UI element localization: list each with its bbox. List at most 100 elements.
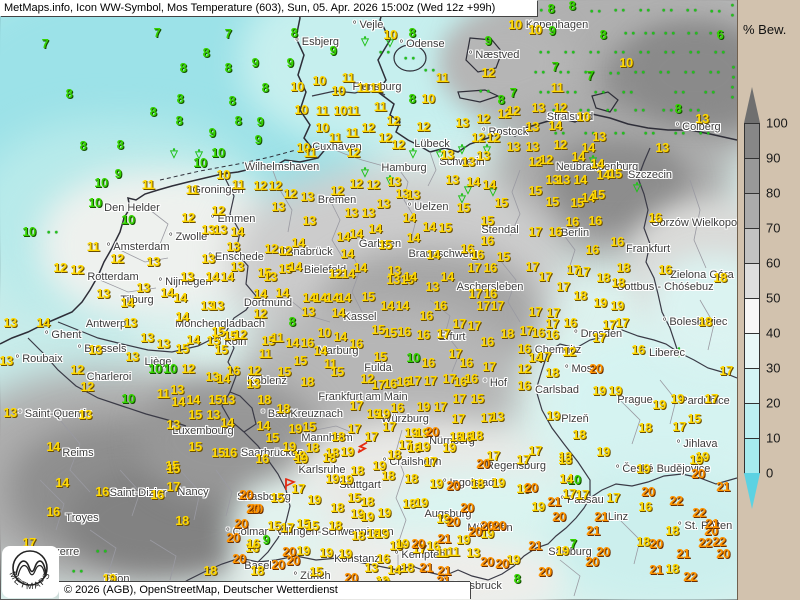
temp-value: 11 <box>87 241 100 253</box>
temp-value: 18 <box>400 562 413 574</box>
temp-value: 21 <box>419 562 432 574</box>
city-label: Antwerp <box>86 318 126 330</box>
temp-value: 18 <box>713 272 726 284</box>
temp-value: 14 <box>387 564 400 576</box>
copyright-text: © 2026 (AGB), OpenStreetMap, Deutscher W… <box>64 584 338 596</box>
temp-value: 19 <box>377 507 390 519</box>
temp-value: 14 <box>36 317 49 329</box>
temp-value: 12 <box>346 147 359 159</box>
temp-value: 10 <box>383 29 396 41</box>
temp-value: 20 <box>649 538 662 550</box>
drizzle-symbol-icon: • • <box>686 5 698 15</box>
city-marker-icon: ° <box>565 364 572 375</box>
temp-value: 13 <box>213 224 226 236</box>
temp-value: 21 <box>586 525 599 537</box>
temp-value: 10 <box>193 157 206 169</box>
temp-value: 12 <box>181 363 194 375</box>
legend-panel: % Bew. 1009080706050403020100 <box>737 0 800 600</box>
shower-dot: • <box>458 143 466 148</box>
temp-value: 8 <box>229 95 236 107</box>
temp-value: 20 <box>480 556 493 568</box>
drizzle-symbol-icon: • • <box>714 47 726 57</box>
temp-value: 12 <box>416 121 429 133</box>
temp-value: 15 <box>305 520 318 532</box>
temp-value: 17 <box>490 300 503 312</box>
temp-value: 9 <box>209 127 216 139</box>
temp-value: 8 <box>177 93 184 105</box>
temp-value: 14 <box>55 477 68 489</box>
temp-value: 14 <box>253 288 266 300</box>
city-label: ° Næstved <box>469 49 520 61</box>
temp-value: 15 <box>166 463 179 475</box>
temp-value: 14 <box>46 441 59 453</box>
shower-symbol-icon: •▽ <box>361 166 369 176</box>
temp-value: 16 <box>638 501 651 513</box>
temp-value: 14 <box>230 226 243 238</box>
temp-value: 18 <box>351 530 364 542</box>
temp-value: 19 <box>340 446 353 458</box>
colorbar-tick: 10 <box>766 431 780 446</box>
temp-value: 22 <box>669 495 682 507</box>
temp-value: 10 <box>576 111 589 123</box>
temp-value: 8 <box>675 103 682 115</box>
colorbar-tick: 40 <box>766 326 780 341</box>
temp-value: 13 <box>123 317 136 329</box>
temp-value: 8 <box>180 62 187 74</box>
city-marker-icon: ° <box>399 39 406 50</box>
drizzle-symbol-icon: • • <box>47 227 59 237</box>
temp-value: 16 <box>531 327 544 339</box>
temp-value: 17 <box>347 423 360 435</box>
city-marker-icon: ° <box>18 409 25 420</box>
temp-value: 17 <box>672 421 685 433</box>
colorbar-segment <box>745 333 759 368</box>
temp-value: 13 <box>440 149 453 161</box>
weather-map-canvas[interactable]: • •• •• •• •• •• •• •• •• •• •• •• •• ••… <box>0 0 737 600</box>
temp-value: 11 <box>271 332 284 344</box>
temp-value: 13 <box>140 332 153 344</box>
drizzle-symbol-icon: • • <box>539 47 551 57</box>
temp-value: 12 <box>481 67 494 79</box>
temp-value: 19 <box>307 494 320 506</box>
city-label: Wilhelmshaven <box>245 161 320 173</box>
temp-value: 18 <box>203 565 216 577</box>
temp-value: 14 <box>403 271 416 283</box>
temp-value: 20 <box>552 511 565 523</box>
temp-value: 10 <box>619 57 632 69</box>
city-label: Gorzów Wielkopolski <box>651 217 737 229</box>
temp-value: 8 <box>203 47 210 59</box>
drizzle-symbol-icon: • • <box>710 6 722 16</box>
drizzle-symbol-icon: • • <box>689 47 701 57</box>
colorbar-segment <box>745 263 759 298</box>
colorbar-tick: 70 <box>766 221 780 236</box>
temp-value: 17 <box>592 332 605 344</box>
temp-value: 18 <box>300 376 313 388</box>
temp-value: 7 <box>225 28 232 40</box>
shower-symbol-icon: •▽ <box>458 143 466 153</box>
temp-value: 15 <box>214 344 227 356</box>
temp-value: 17 <box>575 489 588 501</box>
temp-value: 14 <box>288 261 301 273</box>
temp-value: 20 <box>226 532 239 544</box>
temp-value: 7 <box>552 61 559 73</box>
temp-value: 13 <box>525 141 538 153</box>
temp-value: 17 <box>364 431 377 443</box>
city-marker-icon: ° <box>678 521 685 532</box>
temp-value: 14 <box>573 174 586 186</box>
city-label: Prague <box>617 394 652 406</box>
temp-value: 10 <box>421 93 434 105</box>
temp-value: 20 <box>232 553 245 565</box>
drizzle-symbol-icon: • • <box>590 6 602 16</box>
temp-value: 19 <box>288 423 301 435</box>
temp-value: 17 <box>556 281 569 293</box>
temp-value: 19 <box>395 538 408 550</box>
temp-value: 10 <box>22 226 35 238</box>
temp-value: 15 <box>270 492 283 504</box>
drizzle-symbol-icon: • • <box>622 87 634 97</box>
drizzle-symbol-icon: • • <box>404 53 416 63</box>
temp-value: 12 <box>53 262 66 274</box>
city-marker-icon: ° <box>15 354 22 365</box>
drizzle-symbol-icon: • • <box>564 47 576 57</box>
colorbar-arrow-up <box>744 87 760 123</box>
temp-value: 19 <box>294 453 307 465</box>
drizzle-symbol-icon: • • <box>479 86 491 96</box>
